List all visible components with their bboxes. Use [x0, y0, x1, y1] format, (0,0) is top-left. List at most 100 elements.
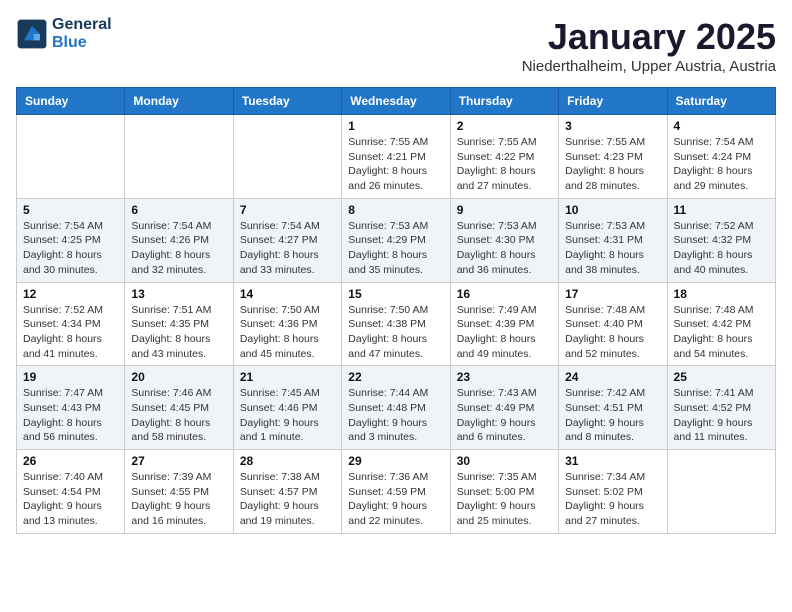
day-number: 3 — [565, 119, 660, 133]
calendar-cell: 16 Sunrise: 7:49 AM Sunset: 4:39 PM Dayli… — [450, 282, 558, 366]
day-number: 4 — [674, 119, 769, 133]
day-detail: Sunrise: 7:41 AM Sunset: 4:52 PM Dayligh… — [674, 386, 769, 445]
day-detail: Sunrise: 7:53 AM Sunset: 4:29 PM Dayligh… — [348, 219, 443, 278]
day-detail: Sunrise: 7:47 AM Sunset: 4:43 PM Dayligh… — [23, 386, 118, 445]
day-detail: Sunrise: 7:49 AM Sunset: 4:39 PM Dayligh… — [457, 303, 552, 362]
location-subtitle: Niederthalheim, Upper Austria, Austria — [522, 58, 776, 75]
day-detail: Sunrise: 7:52 AM Sunset: 4:34 PM Dayligh… — [23, 303, 118, 362]
day-number: 13 — [131, 287, 226, 301]
week-row-1: 1 Sunrise: 7:55 AM Sunset: 4:21 PM Daylig… — [17, 115, 776, 199]
day-number: 7 — [240, 203, 335, 217]
day-number: 12 — [23, 287, 118, 301]
week-row-3: 12 Sunrise: 7:52 AM Sunset: 4:34 PM Dayli… — [17, 282, 776, 366]
day-detail: Sunrise: 7:43 AM Sunset: 4:49 PM Dayligh… — [457, 386, 552, 445]
day-number: 15 — [348, 287, 443, 301]
day-number: 22 — [348, 370, 443, 384]
day-number: 24 — [565, 370, 660, 384]
weekday-header-row: SundayMondayTuesdayWednesdayThursdayFrid… — [17, 88, 776, 115]
day-detail: Sunrise: 7:53 AM Sunset: 4:31 PM Dayligh… — [565, 219, 660, 278]
day-number: 19 — [23, 370, 118, 384]
calendar-cell: 14Sunrise: 7:50 AM Sunset: 4:36 PM Dayli… — [233, 282, 341, 366]
day-number: 31 — [565, 454, 660, 468]
calendar-cell: 3 Sunrise: 7:55 AM Sunset: 4:23 PM Daylig… — [559, 115, 667, 199]
day-detail: Sunrise: 7:55 AM Sunset: 4:21 PM Dayligh… — [348, 135, 443, 194]
calendar-cell — [125, 115, 233, 199]
calendar-cell: 15 Sunrise: 7:50 AM Sunset: 4:38 PM Dayli… — [342, 282, 450, 366]
calendar-cell: 22Sunrise: 7:44 AM Sunset: 4:48 PM Dayli… — [342, 366, 450, 450]
weekday-header-wednesday: Wednesday — [342, 88, 450, 115]
day-number: 21 — [240, 370, 335, 384]
day-detail: Sunrise: 7:53 AM Sunset: 4:30 PM Dayligh… — [457, 219, 552, 278]
day-detail: Sunrise: 7:54 AM Sunset: 4:26 PM Dayligh… — [131, 219, 226, 278]
day-number: 6 — [131, 203, 226, 217]
page-header: General Blue January 2025 Niederthalheim… — [16, 16, 776, 75]
calendar-cell: 4 Sunrise: 7:54 AM Sunset: 4:24 PM Daylig… — [667, 115, 775, 199]
calendar-cell: 6 Sunrise: 7:54 AM Sunset: 4:26 PM Daylig… — [125, 198, 233, 282]
day-number: 30 — [457, 454, 552, 468]
calendar-cell — [667, 450, 775, 534]
day-number: 17 — [565, 287, 660, 301]
calendar-cell: 26 Sunrise: 7:40 AM Sunset: 4:54 PM Dayli… — [17, 450, 125, 534]
day-detail: Sunrise: 7:48 AM Sunset: 4:40 PM Dayligh… — [565, 303, 660, 362]
day-detail: Sunrise: 7:54 AM Sunset: 4:27 PM Dayligh… — [240, 219, 335, 278]
calendar-cell: 29Sunrise: 7:36 AM Sunset: 4:59 PM Dayli… — [342, 450, 450, 534]
day-detail: Sunrise: 7:36 AM Sunset: 4:59 PM Dayligh… — [348, 470, 443, 529]
calendar-cell: 13 Sunrise: 7:51 AM Sunset: 4:35 PM Dayli… — [125, 282, 233, 366]
month-title: January 2025 — [522, 16, 776, 58]
calendar-cell: 5 Sunrise: 7:54 AM Sunset: 4:25 PM Daylig… — [17, 198, 125, 282]
day-detail: Sunrise: 7:55 AM Sunset: 4:22 PM Dayligh… — [457, 135, 552, 194]
day-number: 2 — [457, 119, 552, 133]
calendar-cell — [233, 115, 341, 199]
calendar-cell: 2 Sunrise: 7:55 AM Sunset: 4:22 PM Daylig… — [450, 115, 558, 199]
title-area: January 2025 Niederthalheim, Upper Austr… — [522, 16, 776, 75]
calendar-cell — [17, 115, 125, 199]
day-detail: Sunrise: 7:42 AM Sunset: 4:51 PM Dayligh… — [565, 386, 660, 445]
day-detail: Sunrise: 7:54 AM Sunset: 4:25 PM Dayligh… — [23, 219, 118, 278]
day-detail: Sunrise: 7:50 AM Sunset: 4:38 PM Dayligh… — [348, 303, 443, 362]
day-detail: Sunrise: 7:35 AM Sunset: 5:00 PM Dayligh… — [457, 470, 552, 529]
day-number: 16 — [457, 287, 552, 301]
calendar-cell: 19 Sunrise: 7:47 AM Sunset: 4:43 PM Dayli… — [17, 366, 125, 450]
calendar-cell: 17 Sunrise: 7:48 AM Sunset: 4:40 PM Dayli… — [559, 282, 667, 366]
weekday-header-saturday: Saturday — [667, 88, 775, 115]
day-detail: Sunrise: 7:34 AM Sunset: 5:02 PM Dayligh… — [565, 470, 660, 529]
day-number: 5 — [23, 203, 118, 217]
day-number: 26 — [23, 454, 118, 468]
day-detail: Sunrise: 7:51 AM Sunset: 4:35 PM Dayligh… — [131, 303, 226, 362]
calendar-cell: 11Sunrise: 7:52 AM Sunset: 4:32 PM Dayli… — [667, 198, 775, 282]
day-number: 25 — [674, 370, 769, 384]
calendar-cell: 7 Sunrise: 7:54 AM Sunset: 4:27 PM Daylig… — [233, 198, 341, 282]
day-detail: Sunrise: 7:40 AM Sunset: 4:54 PM Dayligh… — [23, 470, 118, 529]
calendar-cell: 20 Sunrise: 7:46 AM Sunset: 4:45 PM Dayli… — [125, 366, 233, 450]
weekday-header-tuesday: Tuesday — [233, 88, 341, 115]
calendar-cell: 31 Sunrise: 7:34 AM Sunset: 5:02 PM Dayli… — [559, 450, 667, 534]
calendar-table: SundayMondayTuesdayWednesdayThursdayFrid… — [16, 87, 776, 534]
day-number: 28 — [240, 454, 335, 468]
day-detail: Sunrise: 7:50 AM Sunset: 4:36 PM Dayligh… — [240, 303, 335, 362]
day-number: 1 — [348, 119, 443, 133]
day-detail: Sunrise: 7:46 AM Sunset: 4:45 PM Dayligh… — [131, 386, 226, 445]
calendar-cell: 24 Sunrise: 7:42 AM Sunset: 4:51 PM Dayli… — [559, 366, 667, 450]
calendar-cell: 9Sunrise: 7:53 AM Sunset: 4:30 PM Daylig… — [450, 198, 558, 282]
weekday-header-monday: Monday — [125, 88, 233, 115]
day-detail: Sunrise: 7:45 AM Sunset: 4:46 PM Dayligh… — [240, 386, 335, 445]
logo: General Blue — [16, 16, 112, 52]
day-number: 27 — [131, 454, 226, 468]
day-detail: Sunrise: 7:38 AM Sunset: 4:57 PM Dayligh… — [240, 470, 335, 529]
calendar-cell: 1 Sunrise: 7:55 AM Sunset: 4:21 PM Daylig… — [342, 115, 450, 199]
weekday-header-thursday: Thursday — [450, 88, 558, 115]
week-row-5: 26 Sunrise: 7:40 AM Sunset: 4:54 PM Dayli… — [17, 450, 776, 534]
day-number: 23 — [457, 370, 552, 384]
calendar-cell: 28 Sunrise: 7:38 AM Sunset: 4:57 PM Dayli… — [233, 450, 341, 534]
day-detail: Sunrise: 7:55 AM Sunset: 4:23 PM Dayligh… — [565, 135, 660, 194]
weekday-header-friday: Friday — [559, 88, 667, 115]
calendar-cell: 21 Sunrise: 7:45 AM Sunset: 4:46 PM Dayli… — [233, 366, 341, 450]
day-detail: Sunrise: 7:39 AM Sunset: 4:55 PM Dayligh… — [131, 470, 226, 529]
day-detail: Sunrise: 7:54 AM Sunset: 4:24 PM Dayligh… — [674, 135, 769, 194]
calendar-cell: 30 Sunrise: 7:35 AM Sunset: 5:00 PM Dayli… — [450, 450, 558, 534]
week-row-2: 5 Sunrise: 7:54 AM Sunset: 4:25 PM Daylig… — [17, 198, 776, 282]
day-number: 20 — [131, 370, 226, 384]
calendar-cell: 27 Sunrise: 7:39 AM Sunset: 4:55 PM Dayli… — [125, 450, 233, 534]
calendar-cell: 12 Sunrise: 7:52 AM Sunset: 4:34 PM Dayli… — [17, 282, 125, 366]
calendar-cell: 25 Sunrise: 7:41 AM Sunset: 4:52 PM Dayli… — [667, 366, 775, 450]
